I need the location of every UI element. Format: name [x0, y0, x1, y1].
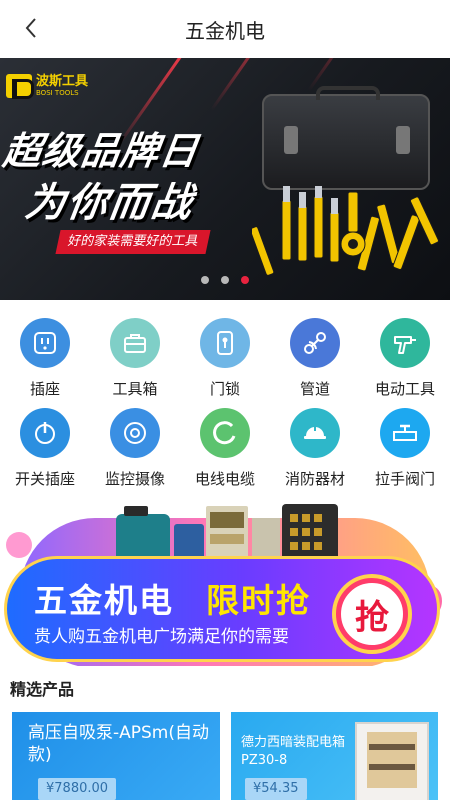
toolcase-image: [262, 86, 430, 190]
page-title: 五金机电: [185, 19, 265, 43]
category-switch-socket[interactable]: 开关插座: [0, 408, 90, 494]
product-price: ¥54.35: [245, 778, 307, 800]
distribution-box-image: [355, 722, 429, 800]
banner-subheadline: 为你而战: [22, 180, 197, 226]
category-cable[interactable]: 电线电缆: [180, 408, 270, 494]
category-label: 管道: [299, 380, 330, 398]
product-name: 德力西暗装配电箱PZ30-8: [241, 735, 346, 768]
section-title: 精选产品: [10, 680, 75, 699]
brand-name-cn: 波斯工具: [36, 73, 89, 89]
camera-icon: [124, 422, 146, 444]
drill-icon: [394, 336, 416, 354]
category-label: 拉手阀门: [374, 470, 435, 488]
category-label: 电线电缆: [194, 470, 255, 488]
balloon-decoration: [6, 532, 32, 558]
top-bar: 五金机电: [0, 0, 450, 58]
brand-logo: 波斯工具 BOSI TOOLS: [6, 73, 89, 99]
product-price: ¥7880.00: [38, 778, 117, 800]
category-door-lock[interactable]: 门锁: [180, 318, 270, 404]
cable-icon: [213, 421, 236, 445]
category-label: 工具箱: [112, 380, 158, 398]
category-pipe[interactable]: 管道: [270, 318, 360, 404]
banner-tagline: 好的家装需要好的工具: [55, 230, 211, 254]
banner-decoration: [210, 58, 265, 111]
valve-icon: [393, 424, 417, 441]
promo-title: 五金机电: [34, 581, 174, 620]
promo-subtitle: 贵人购五金机电广场满足你的需要: [34, 627, 289, 647]
carousel-dot[interactable]: [221, 276, 229, 284]
category-label: 开关插座: [14, 470, 75, 488]
toolbox-icon: [124, 334, 146, 353]
banner-headline: 超级品牌日: [0, 129, 202, 173]
category-label: 门锁: [209, 380, 240, 398]
category-label: 电动工具: [374, 380, 435, 398]
pipe-icon: [304, 332, 326, 354]
carousel-dot[interactable]: [201, 276, 209, 284]
hero-banner[interactable]: 波斯工具 BOSI TOOLS 超级品牌日 为你而战 好的家装需要好的工具: [0, 58, 450, 300]
product-card[interactable]: 高压自吸泵-APSm(自动款) ¥7880.00: [12, 712, 220, 800]
promo-banner[interactable]: 五金机电 限时抢 贵人购五金机电广场满足你的需要 抢: [0, 498, 450, 666]
carousel-indicator: [0, 276, 450, 284]
brand-name-en: BOSI TOOLS: [36, 88, 79, 97]
grab-button[interactable]: 抢: [336, 578, 408, 650]
door-lock-icon: [217, 331, 233, 355]
category-label: 插座: [29, 380, 60, 398]
category-valve[interactable]: 拉手阀门: [360, 408, 450, 494]
power-switch-icon: [35, 422, 55, 444]
category-label: 消防器材: [284, 470, 345, 488]
category-toolbox[interactable]: 工具箱: [90, 318, 180, 404]
category-socket[interactable]: 插座: [0, 318, 90, 404]
category-power-tools[interactable]: 电动工具: [360, 318, 450, 404]
category-fire-safety[interactable]: 消防器材: [270, 408, 360, 494]
product-name: 高压自吸泵-APSm(自动款): [28, 723, 209, 765]
helmet-icon: [304, 424, 326, 439]
promo-title-accent: 限时抢: [206, 581, 311, 620]
brand-mark-icon: [6, 74, 34, 99]
carousel-dot-active[interactable]: [241, 276, 249, 284]
category-label: 监控摄像: [104, 470, 165, 488]
category-camera[interactable]: 监控摄像: [90, 408, 180, 494]
product-card[interactable]: 德力西暗装配电箱PZ30-8 ¥54.35: [231, 712, 438, 800]
socket-icon: [34, 332, 56, 354]
